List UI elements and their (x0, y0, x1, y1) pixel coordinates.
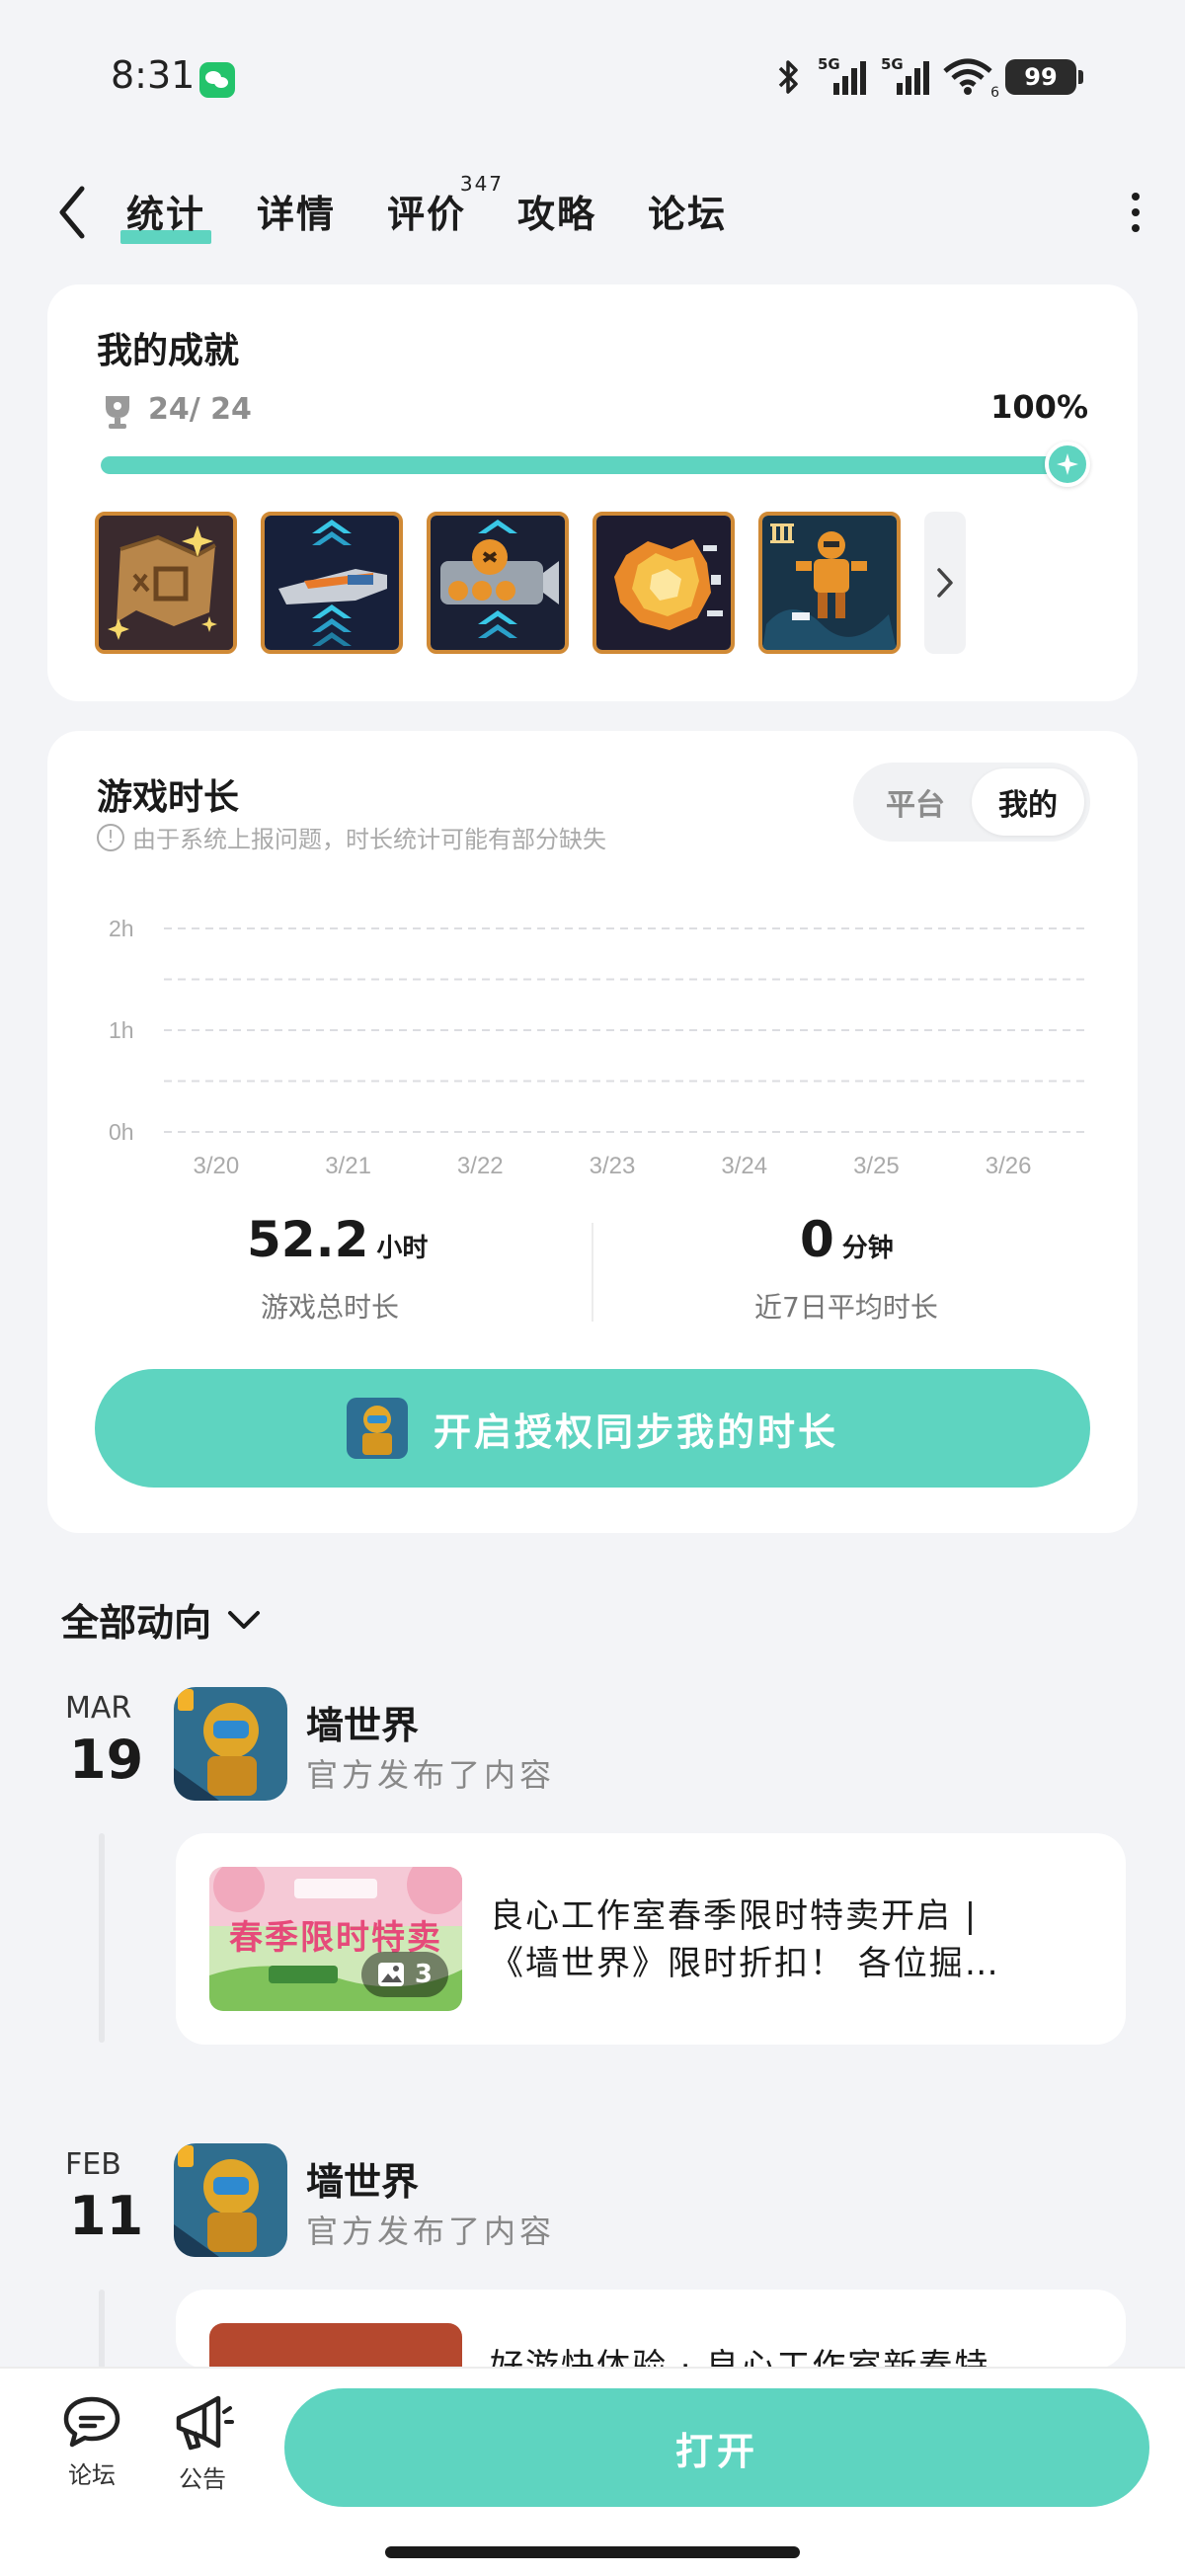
back-button[interactable] (47, 180, 97, 245)
post-thumbnail[interactable] (209, 2323, 462, 2369)
stat-divider (592, 1223, 593, 1322)
total-play-time-label: 游戏总时长 (261, 1291, 400, 1324)
notice-label: 公告 (179, 2465, 226, 2493)
more-achievements-button[interactable] (924, 512, 966, 654)
post-thumbnail[interactable]: 春季限时特卖 3 (209, 1867, 462, 2011)
feed-filter-label: 全部动向 (61, 1601, 212, 1645)
tab-stats[interactable]: 统计 (119, 184, 212, 244)
wechat-notification-icon (199, 62, 235, 98)
game-avatar[interactable] (174, 2143, 287, 2257)
chevron-down-icon (228, 1610, 261, 1629)
megaphone-icon (176, 2395, 234, 2451)
achievement-progress-fill (101, 456, 1088, 474)
achievement-badge-explosion[interactable] (592, 512, 735, 654)
chart-y-tick: 2h (109, 916, 134, 941)
avg-play-time-unit: 分钟 (841, 1234, 894, 1263)
play-time-note: ! 由于系统上报问题，时长统计可能有部分缺失 (97, 820, 606, 854)
post-day: 19 (69, 1729, 144, 1791)
achievement-percent: 100% (990, 388, 1088, 426)
home-indicator[interactable] (385, 2546, 800, 2558)
chart-x-tick: 3/21 (325, 1153, 371, 1179)
achievement-badge-robot[interactable] (758, 512, 901, 654)
post-title-line2: 《墙世界》限时折扣！ 各位掘… (490, 1944, 1000, 1983)
chart-y-tick: 0h (109, 1119, 134, 1145)
chart-x-tick: 3/24 (721, 1153, 767, 1179)
post-game-name[interactable]: 墙世界 (306, 2151, 419, 2206)
more-options-icon[interactable] (1126, 188, 1146, 237)
chart-x-tick: 3/25 (853, 1153, 900, 1179)
sync-button-label: 开启授权同步我的时长 (433, 1409, 838, 1454)
tab-forum[interactable]: 论坛 (648, 184, 727, 238)
game-avatar[interactable] (174, 1687, 287, 1801)
play-time-note-text: 由于系统上报问题，时长统计可能有部分缺失 (132, 826, 606, 853)
total-play-time: 52.2 小时 (247, 1211, 428, 1268)
achievement-badge-ship[interactable] (261, 512, 403, 654)
open-game-button[interactable]: 打开 (284, 2388, 1149, 2507)
chart-y-tick: 1h (109, 1017, 134, 1043)
avg-play-time: 0 分钟 (800, 1211, 894, 1268)
post-action: 官方发布了内容 (306, 1756, 556, 1794)
achievement-badges (95, 512, 901, 654)
image-count-badge: 3 (360, 1952, 448, 1997)
game-robot-icon (346, 1398, 408, 1459)
status-time: 8:31 (111, 53, 196, 97)
bluetooth-icon (778, 60, 798, 94)
post-month: FEB (65, 2147, 121, 2182)
chart-x-tick: 3/26 (986, 1153, 1032, 1179)
image-icon (377, 1963, 404, 1986)
notice-button[interactable]: 公告 (158, 2394, 247, 2494)
wifi-status: 6 (942, 57, 999, 101)
tab-bar: 统计 详情 评价 347 攻略 论坛 (119, 172, 727, 244)
post-day: 11 (69, 2185, 144, 2247)
post-game-name[interactable]: 墙世界 (306, 1695, 419, 1749)
chevron-right-icon (937, 568, 953, 598)
forum-button[interactable]: 论坛 (47, 2394, 136, 2490)
toggle-platform[interactable]: 平台 (859, 768, 972, 836)
tab-guides[interactable]: 攻略 (517, 184, 596, 238)
status-icons: 5G 5G 6 99 (774, 55, 1083, 101)
total-play-time-value: 52.2 (247, 1211, 369, 1268)
achievement-progress-bar (101, 456, 1088, 474)
feed-filter-dropdown[interactable]: 全部动向 (61, 1592, 261, 1647)
battery-indicator: 99 (1005, 59, 1083, 95)
achievements-title: 我的成就 (97, 331, 240, 371)
image-count: 3 (414, 1960, 433, 1989)
achievement-count: 24/ 24 (148, 392, 252, 427)
total-play-time-unit: 小时 (376, 1234, 429, 1263)
post-card[interactable]: 好游快体验 · 良心工作室新春特 (176, 2290, 1126, 2369)
post-action: 官方发布了内容 (306, 2213, 556, 2250)
trophy-icon (106, 396, 129, 429)
chat-bubble-icon (63, 2396, 120, 2448)
progress-star-icon (1045, 442, 1090, 487)
post-title-line1: 好游快体验 · 良心工作室新春特 (490, 2347, 990, 2369)
chart-x-tick: 3/22 (457, 1153, 504, 1179)
play-time-title: 游戏时长 (97, 777, 240, 818)
play-time-chart: 2h 1h 0h 3/20 3/21 3/22 3/23 3/24 3/25 3/26 (109, 916, 1088, 1179)
tab-details[interactable]: 详情 (257, 184, 336, 238)
cell-signal-1: 5G (816, 55, 867, 97)
avg-play-time-label: 近7日平均时长 (754, 1291, 938, 1324)
toggle-mine[interactable]: 我的 (972, 768, 1084, 836)
avg-play-time-value: 0 (800, 1211, 834, 1268)
tab-reviews[interactable]: 评价 347 (387, 172, 502, 238)
chevron-left-icon (59, 186, 85, 239)
post-month: MAR (65, 1691, 132, 1726)
forum-label: 论坛 (68, 2461, 116, 2489)
cell-signal-2: 5G (879, 55, 930, 97)
source-toggle: 平台 我的 (853, 763, 1090, 842)
chart-x-tick: 3/20 (193, 1153, 239, 1179)
timeline-line (99, 2290, 105, 2369)
achievement-badge-map[interactable] (95, 512, 237, 654)
review-count-badge: 347 (459, 172, 505, 196)
post-title-line1: 良心工作室春季限时特卖开启 | (490, 1896, 979, 1936)
wifi-icon (943, 58, 992, 95)
chart-x-tick: 3/23 (590, 1153, 636, 1179)
timeline-line (99, 1833, 105, 2043)
info-icon: ! (97, 823, 124, 851)
sync-playtime-button[interactable]: 开启授权同步我的时长 (95, 1369, 1090, 1488)
achievement-badge-train[interactable] (427, 512, 569, 654)
